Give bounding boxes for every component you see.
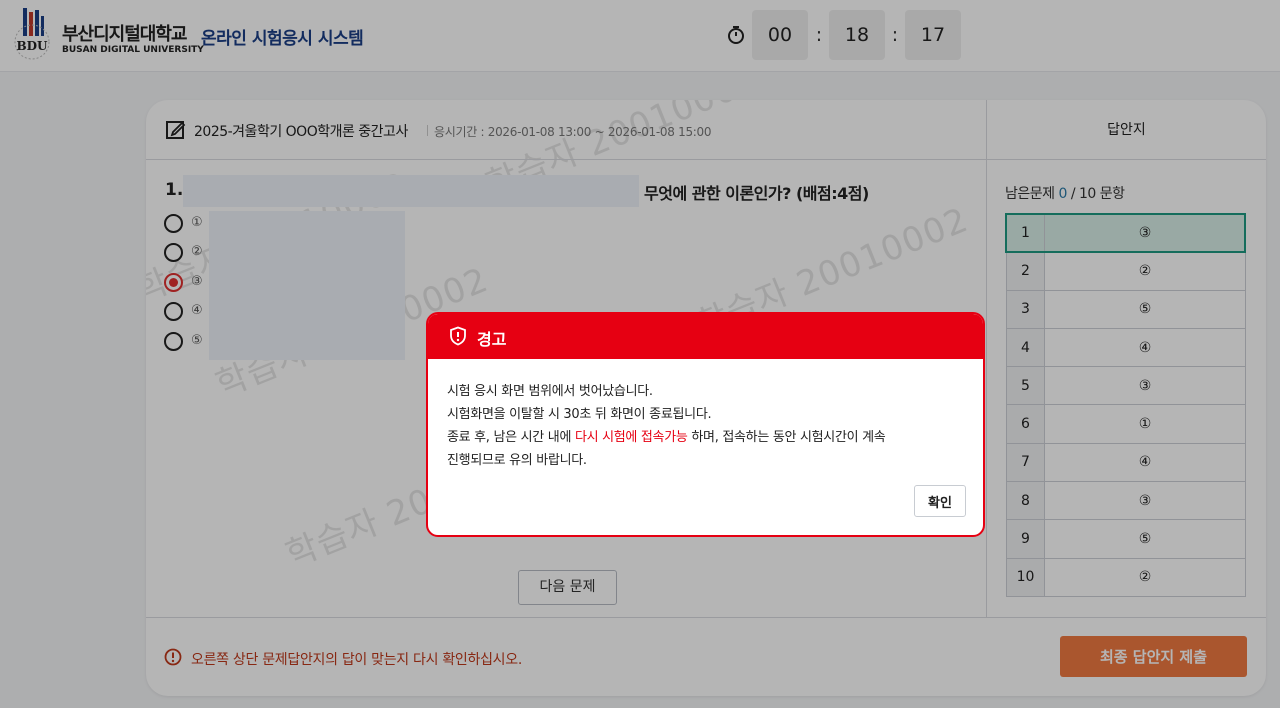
warning-dialog: 경고 시험 응시 화면 범위에서 벗어났습니다. 시험화면을 이탈할 시 30초…	[426, 312, 985, 537]
dialog-header: 경고	[428, 314, 983, 359]
dialog-text: 하며, 접속하는 동안 시험시간이 계속	[687, 430, 886, 445]
dialog-line: 시험 응시 화면 범위에서 벗어났습니다.	[447, 384, 653, 399]
confirm-button[interactable]: 확인	[914, 485, 966, 517]
shield-alert-icon	[450, 326, 466, 346]
dialog-title: 경고	[477, 330, 507, 349]
dialog-line: 시험화면을 이탈할 시 30초 뒤 화면이 종료됩니다.	[447, 407, 712, 422]
dialog-line: 종료 후, 남은 시간 내에 다시 시험에 접속가능 하며, 접속하는 동안 시…	[447, 426, 972, 449]
dialog-line: 진행되므로 유의 바랍니다.	[447, 453, 587, 468]
dialog-message: 시험 응시 화면 범위에서 벗어났습니다. 시험화면을 이탈할 시 30초 뒤 …	[447, 380, 972, 472]
dialog-highlight-text: 다시 시험에 접속가능	[574, 430, 688, 445]
dialog-text: 종료 후, 남은 시간 내에	[447, 430, 575, 445]
